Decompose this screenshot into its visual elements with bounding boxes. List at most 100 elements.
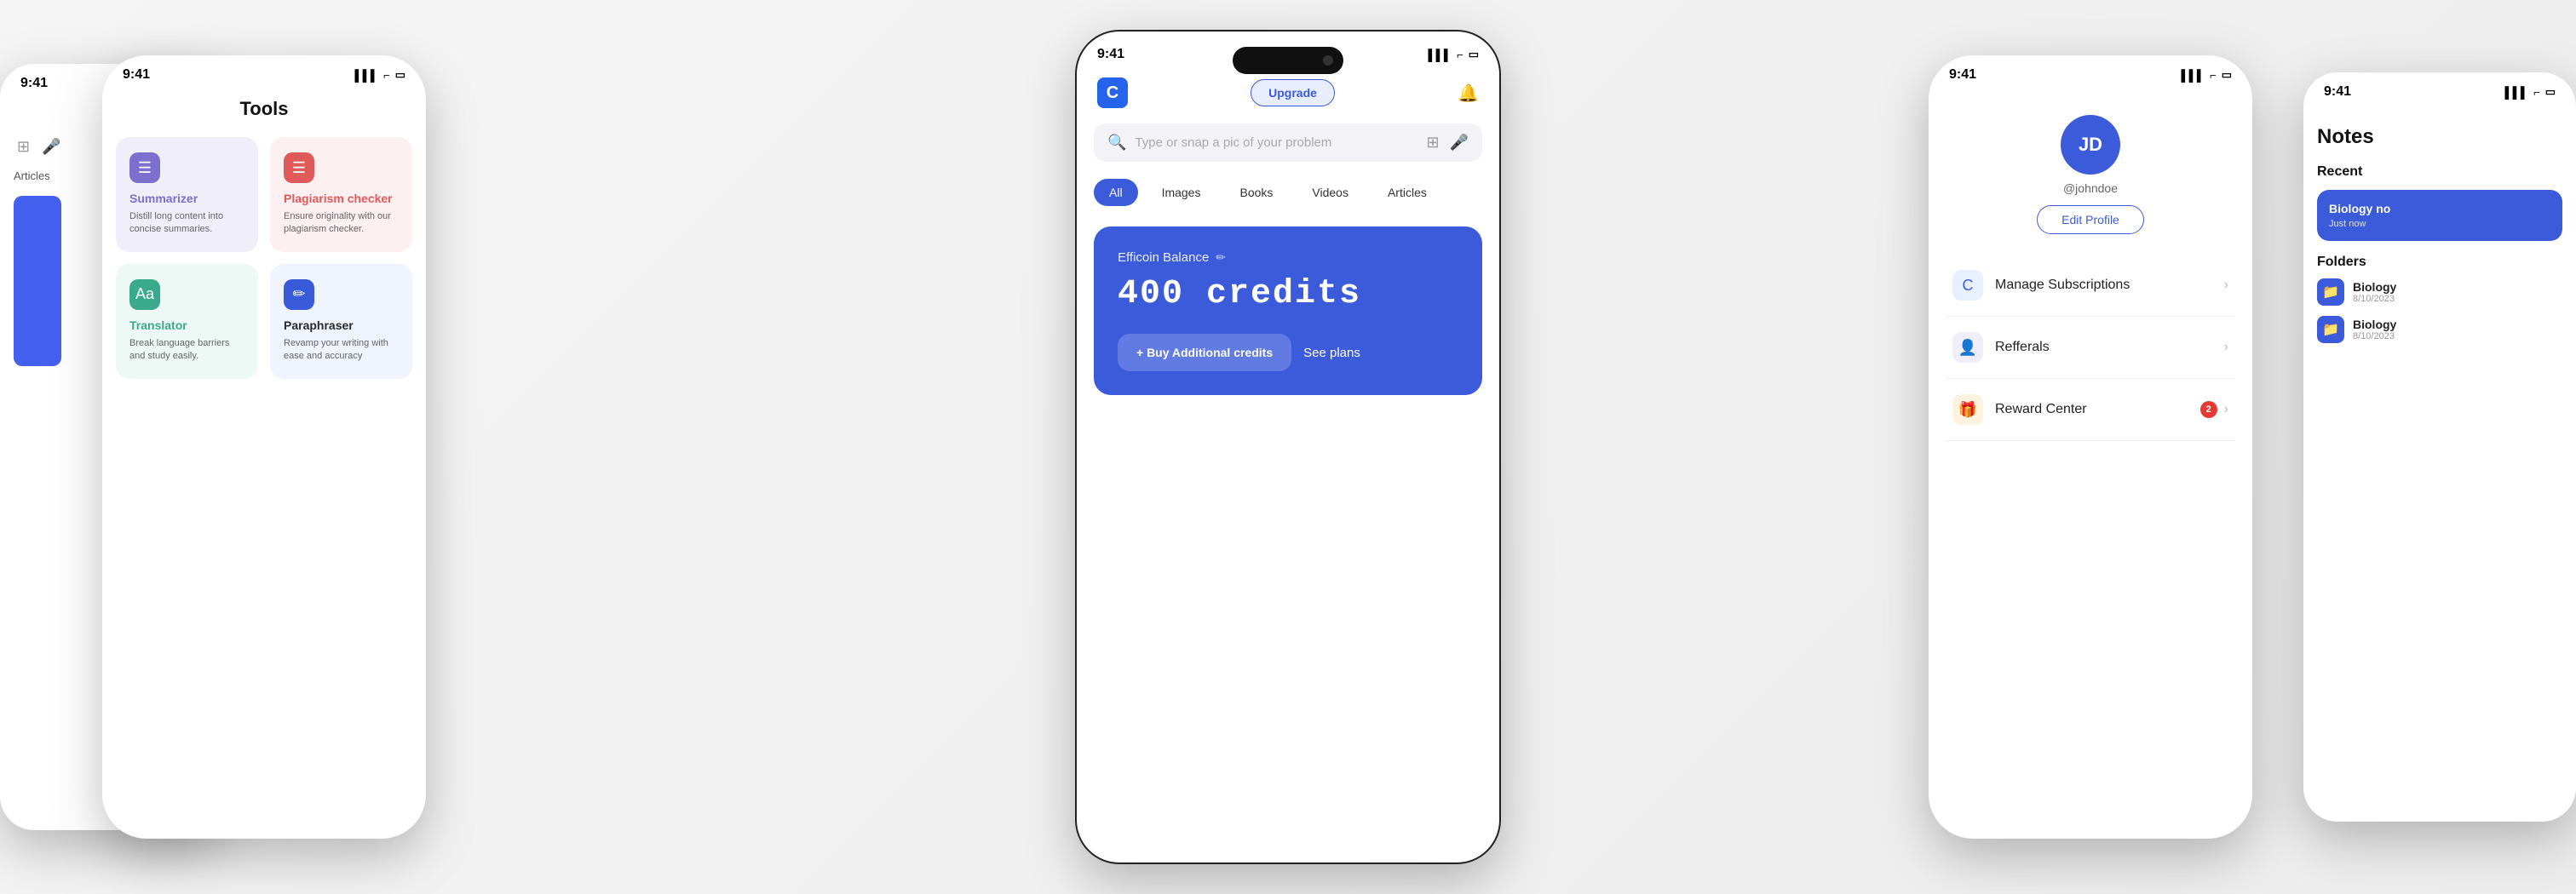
scan-icon-3[interactable]: ⊞ [1426, 134, 1439, 152]
translator-icon: Aa [129, 279, 160, 310]
mic-icon-1[interactable]: 🎤 [42, 138, 60, 156]
credits-actions: + Buy Additional credits See plans [1118, 334, 1458, 371]
tool-card-summarizer[interactable]: ☰ Summarizer Distill long content into c… [116, 137, 258, 252]
time-1: 9:41 [20, 76, 48, 91]
status-icons-5: ▌▌▌ ⌐ ▭ [2504, 85, 2556, 99]
reward-label: Reward Center [1995, 402, 2200, 417]
efficoin-label: Efficoin Balance [1118, 250, 1209, 265]
time-5: 9:41 [2324, 84, 2351, 100]
tab-books[interactable]: Books [1224, 179, 1288, 206]
battery-icon-2: ▭ [395, 68, 405, 82]
subscriptions-label: Manage Subscriptions [1995, 278, 2224, 293]
phone4-content: JD @johndoe Edit Profile C Manage Subscr… [1929, 89, 2252, 450]
time-3: 9:41 [1097, 47, 1124, 62]
signal-icon-2: ▌▌▌ [354, 69, 378, 82]
filter-tabs: All Images Books Videos Articles [1094, 179, 1482, 206]
recent-note-card[interactable]: Biology no Just now [2317, 190, 2562, 241]
folder-item-2[interactable]: 📁 Biology 8/10/2023 [2317, 316, 2562, 343]
plagiarism-icon: ☰ [284, 152, 314, 183]
notes-title: Notes [2317, 125, 2562, 149]
bell-icon-3[interactable]: 🔔 [1458, 83, 1479, 104]
search-placeholder: Type or snap a pic of your problem [1135, 135, 1417, 150]
paraphraser-icon: ✏ [284, 279, 314, 310]
signal-icon-4: ▌▌▌ [2181, 69, 2205, 82]
folder-item-1[interactable]: 📁 Biology 8/10/2023 [2317, 278, 2562, 306]
note-time: Just now [2329, 219, 2550, 229]
folders-label: Folders [2317, 255, 2562, 270]
blue-bar-1 [14, 196, 61, 366]
avatar: JD [2061, 115, 2120, 175]
tab-images[interactable]: Images [1147, 179, 1216, 206]
status-bar-2: 9:41 ▌▌▌ ⌐ ▭ [102, 55, 426, 89]
folder-name-1: Biology [2353, 280, 2562, 294]
reward-icon: 🎁 [1952, 394, 1983, 425]
wifi-icon-5: ⌐ [2533, 86, 2540, 99]
phone3-header: C Upgrade 🔔 [1094, 77, 1482, 108]
see-plans-link[interactable]: See plans [1303, 346, 1360, 360]
time-4: 9:41 [1949, 67, 1976, 83]
buy-credits-button[interactable]: + Buy Additional credits [1118, 334, 1291, 371]
tool-card-plagiarism[interactable]: ☰ Plagiarism checker Ensure originality … [270, 137, 412, 252]
tab-articles[interactable]: Articles [1372, 179, 1442, 206]
status-bar-5: 9:41 ▌▌▌ ⌐ ▭ [2303, 72, 2576, 106]
profile-section: JD @johndoe Edit Profile [1946, 115, 2235, 234]
phone-notes: 9:41 ▌▌▌ ⌐ ▭ Notes Recent Biology no Jus… [2303, 72, 2576, 822]
referrals-label: Refferals [1995, 340, 2224, 355]
reward-badge: 2 [2200, 401, 2217, 418]
status-icons-4: ▌▌▌ ⌐ ▭ [2181, 68, 2232, 82]
menu-list: C Manage Subscriptions › 👤 Refferals › 🎁… [1946, 255, 2235, 441]
phone3-content: C Upgrade 🔔 🔍 Type or snap a pic of your… [1077, 77, 1499, 395]
plagiarism-desc: Ensure originality with our plagiarism c… [284, 210, 399, 237]
tool-card-paraphraser[interactable]: ✏ Paraphraser Revamp your writing with e… [270, 264, 412, 379]
translator-name: Translator [129, 318, 244, 332]
status-icons-2: ▌▌▌ ⌐ ▭ [354, 68, 405, 82]
time-2: 9:41 [123, 67, 150, 83]
menu-item-reward[interactable]: 🎁 Reward Center 2 › [1946, 379, 2235, 441]
referrals-icon: 👤 [1952, 332, 1983, 363]
folder-info-1: Biology 8/10/2023 [2353, 280, 2562, 304]
status-bar-4: 9:41 ▌▌▌ ⌐ ▭ [1929, 55, 2252, 89]
chevron-icon-subscriptions: › [2224, 278, 2228, 293]
chevron-icon-referrals: › [2224, 340, 2228, 355]
phone-main: 9:41 ▌▌▌ ⌐ ▭ C Upgrade 🔔 🔍 Type or snap … [1075, 30, 1501, 864]
search-bar[interactable]: 🔍 Type or snap a pic of your problem ⊞ 🎤 [1094, 123, 1482, 162]
edit-profile-button[interactable]: Edit Profile [2037, 205, 2144, 234]
signal-icon-5: ▌▌▌ [2504, 86, 2528, 99]
credits-amount: 400 credits [1118, 275, 1458, 313]
wifi-icon-4: ⌐ [2210, 69, 2217, 82]
summarizer-name: Summarizer [129, 192, 244, 205]
subscriptions-icon: C [1952, 270, 1983, 301]
plagiarism-name: Plagiarism checker [284, 192, 399, 205]
upgrade-button[interactable]: Upgrade [1251, 79, 1335, 106]
tab-videos[interactable]: Videos [1297, 179, 1364, 206]
username: @johndoe [2063, 181, 2118, 195]
credits-card-header: Efficoin Balance ✏ [1118, 250, 1458, 265]
folder-icon-2: 📁 [2317, 316, 2344, 343]
summarizer-icon: ☰ [129, 152, 160, 183]
battery-icon-5: ▭ [2545, 85, 2556, 99]
coursehero-logo: C [1097, 77, 1128, 108]
translator-desc: Break language barriers and study easily… [129, 337, 244, 364]
menu-item-subscriptions[interactable]: C Manage Subscriptions › [1946, 255, 2235, 317]
paraphraser-name: Paraphraser [284, 318, 399, 332]
recent-label: Recent [2317, 164, 2562, 180]
menu-item-referrals[interactable]: 👤 Refferals › [1946, 317, 2235, 379]
mic-icon-3[interactable]: 🎤 [1450, 134, 1469, 152]
notch [1233, 47, 1343, 74]
edit-icon[interactable]: ✏ [1216, 250, 1226, 265]
tool-card-translator[interactable]: Aa Translator Break language barriers an… [116, 264, 258, 379]
chevron-icon-reward: › [2224, 402, 2228, 417]
credits-card: Efficoin Balance ✏ 400 credits + Buy Add… [1094, 226, 1482, 395]
folder-date-2: 8/10/2023 [2353, 331, 2562, 341]
camera [1323, 55, 1333, 66]
tab-all[interactable]: All [1094, 179, 1138, 206]
status-icons-3: ▌▌▌ ⌐ ▭ [1428, 48, 1479, 61]
phone5-content: Notes Recent Biology no Just now Folders… [2303, 106, 2576, 362]
search-icons: ⊞ 🎤 [1426, 134, 1469, 152]
note-title: Biology no [2329, 202, 2550, 215]
scan-icon-1[interactable]: ⊞ [17, 138, 30, 156]
wifi-icon-3: ⌐ [1457, 49, 1463, 61]
battery-icon-4: ▭ [2222, 68, 2232, 82]
folder-date-1: 8/10/2023 [2353, 294, 2562, 304]
tools-title: Tools [102, 98, 426, 120]
